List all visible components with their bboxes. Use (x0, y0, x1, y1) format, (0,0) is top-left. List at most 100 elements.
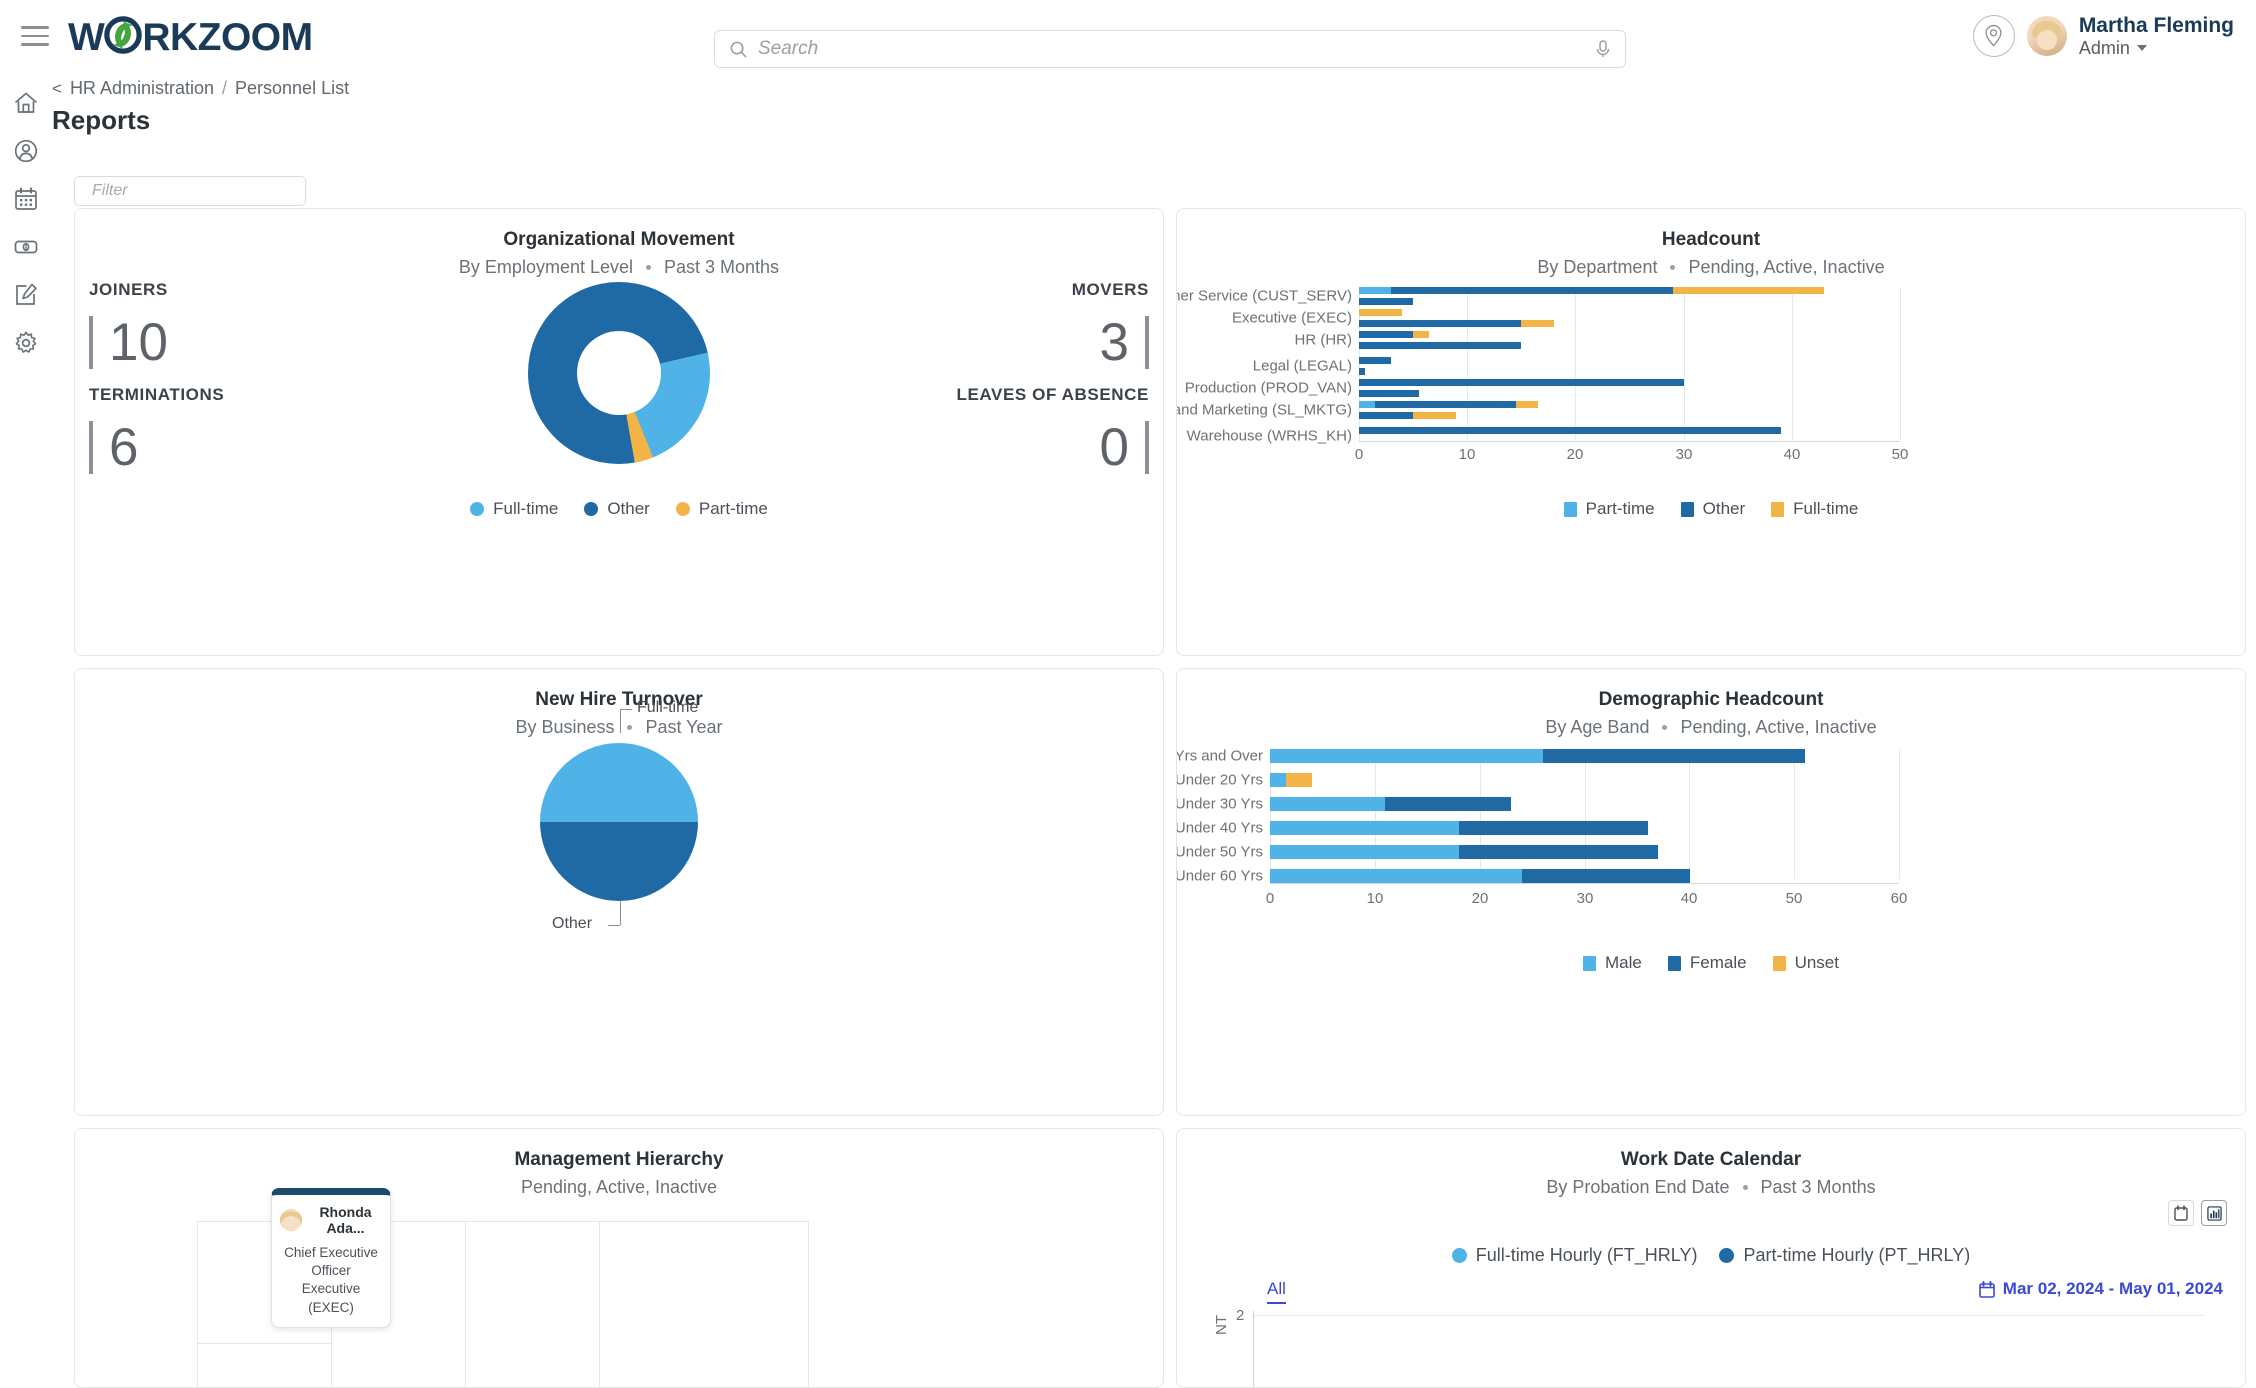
logo-aperture-icon (104, 12, 143, 54)
avatar[interactable] (2026, 15, 2067, 56)
bar-segment-other (1359, 412, 1413, 419)
card-headcount: Headcount By Department Pending, Active,… (1176, 208, 2246, 656)
x-axis-tick: 30 (1675, 446, 1693, 463)
headcount-bar-chart[interactable]: Customer Service (CUST_SERV) Executive (… (1177, 287, 1901, 359)
x-axis-tick: 10 (1458, 446, 1476, 463)
x-axis-tick: 40 (1783, 446, 1801, 463)
x-axis-tick: 20 (1471, 890, 1489, 907)
reports-grid: Organizational Movement By Employment Le… (74, 208, 2246, 1388)
card-subtitle-right: Past Year (645, 717, 723, 737)
breadcrumb-back-icon[interactable]: < (52, 79, 62, 99)
search-bar[interactable] (714, 30, 1626, 68)
x-axis-tick: 0 (1265, 890, 1275, 907)
filter-input[interactable] (84, 182, 300, 200)
location-pin-icon[interactable] (1972, 14, 2015, 57)
legend-item-male[interactable]: Male (1583, 953, 1642, 973)
bar-segment-male (1270, 797, 1385, 811)
date-range-picker[interactable]: Mar 02, 2024 - May 01, 2024 (1978, 1279, 2223, 1299)
legend-color-swatch (1680, 501, 1694, 517)
bar-segment-other (1391, 287, 1673, 294)
pie-label-other: Other (552, 915, 593, 932)
bar-segment-other (1359, 320, 1521, 327)
sidebar-item-settings[interactable] (11, 328, 41, 358)
sidebar-item-payroll[interactable] (11, 232, 41, 262)
bar-chart-view-icon[interactable] (2201, 1200, 2227, 1226)
bar-segment-other (1359, 379, 1684, 386)
pie-slices (540, 743, 698, 901)
x-axis-tick: 40 (1680, 890, 1698, 907)
legend-label: Female (1689, 953, 1747, 972)
node-header: Rhonda Ada... (280, 1204, 382, 1236)
bar-category-label: Under 30 Yrs (1176, 795, 1263, 813)
legend-label: Full-time (1793, 499, 1859, 518)
legend-color-swatch (1771, 501, 1785, 517)
sidebar-item-home[interactable] (11, 88, 41, 118)
sidebar (0, 72, 52, 1366)
x-axis-tick: 10 (1366, 890, 1384, 907)
legend-item-full-time[interactable]: Full-time (470, 499, 558, 519)
card-subtitle: Pending, Active, Inactive (75, 1177, 1163, 1198)
legend-item-female[interactable]: Female (1667, 953, 1747, 973)
card-organizational-movement: Organizational Movement By Employment Le… (74, 208, 1164, 656)
headcount-bar-chart-lower[interactable]: Legal (LEGAL) Production (PROD_VAN) Sale… (1177, 357, 1901, 427)
legend-label: Part-time (1585, 499, 1655, 518)
headcount-bar-chart-warehouse[interactable]: Warehouse (WRHS_KH) 0 10 20 30 40 50 (1187, 427, 1908, 463)
sidebar-item-profile[interactable] (11, 136, 41, 166)
x-axis-tick: 60 (1890, 890, 1908, 907)
card-title: Demographic Headcount (1598, 689, 1824, 710)
legend-item-full-time[interactable]: Full-time (1771, 499, 1858, 519)
bar-category-label: Executive (EXEC) (1231, 309, 1352, 327)
y-axis-tick: 2 (1236, 1307, 1245, 1324)
bar-category-label: Warehouse (WRHS_KH) (1186, 427, 1352, 445)
bar-category-label: HR (HR) (1294, 331, 1353, 349)
organizational-movement-donut[interactable] (75, 282, 1163, 464)
sidebar-item-forms[interactable] (11, 280, 41, 310)
breadcrumb-current-link[interactable]: Personnel List (235, 78, 349, 99)
card-subtitle-left: By Department (1537, 257, 1658, 277)
card-subtitle: By Employment Level Past 3 Months (75, 257, 1163, 278)
x-axis-tick: 20 (1566, 446, 1584, 463)
breadcrumb-root-link[interactable]: HR Administration (70, 78, 214, 99)
card-title: Organizational Movement (503, 229, 735, 250)
view-toggle-group[interactable] (2168, 1200, 2227, 1226)
card-new-hire-turnover: New Hire Turnover By Business Past Year … (74, 668, 1164, 1116)
legend-item-other[interactable]: Other (1680, 499, 1745, 519)
calendar-icon (1978, 1280, 1995, 1298)
node-job-title-line1: Chief Executive (284, 1245, 378, 1260)
bar-segment-other (1359, 342, 1521, 349)
tab-all[interactable]: All (1267, 1279, 1286, 1304)
node-employee-name: Rhonda Ada... (319, 1204, 372, 1236)
workzoom-logo[interactable]: W RKZOOM (68, 12, 313, 60)
bar-segment-full-time (1359, 309, 1402, 316)
filter-box[interactable] (74, 176, 306, 206)
demographic-headcount-bar-chart[interactable]: 60 Yrs and Over Under 20 Yrs Under 30 Yr… (1177, 748, 1907, 908)
search-input[interactable] (748, 38, 1595, 60)
bullet-separator-icon (646, 265, 651, 270)
hamburger-icon[interactable] (18, 19, 52, 53)
calendar-view-icon[interactable] (2168, 1200, 2194, 1226)
legend-item-full-time-hourly[interactable]: Full-time Hourly (FT_HRLY) (1451, 1245, 1697, 1266)
y-axis-label: NT (1213, 1315, 1230, 1335)
x-axis-tick: 0 (1354, 446, 1364, 463)
legend-item-part-time[interactable]: Part-time (1563, 499, 1655, 519)
node-job-title: Chief Executive Officer Executive (EXEC) (280, 1244, 382, 1317)
bar-segment-male (1270, 869, 1522, 883)
user-role[interactable]: Admin (2079, 38, 2234, 59)
hierarchy-node[interactable]: Rhonda Ada... Chief Executive Officer Ex… (271, 1188, 391, 1328)
microphone-icon[interactable] (1595, 39, 1611, 59)
user-area[interactable]: Martha Fleming Admin (1972, 14, 2234, 59)
card-subtitle: By Department Pending, Active, Inactive (1177, 257, 2245, 278)
x-axis-tick: 50 (1785, 890, 1803, 907)
legend-label: Part-time (698, 499, 768, 518)
sidebar-item-calendar[interactable] (11, 184, 41, 214)
legend-label: Part-time Hourly (PT_HRLY) (1743, 1245, 1971, 1265)
bar-segment-full-time (1673, 287, 1824, 294)
legend-item-unset[interactable]: Unset (1772, 953, 1839, 973)
legend-item-part-time-hourly[interactable]: Part-time Hourly (PT_HRLY) (1719, 1245, 1970, 1266)
card-title: Work Date Calendar (1620, 1149, 1802, 1170)
legend-item-other[interactable]: Other (584, 499, 650, 519)
new-hire-turnover-pie[interactable] (75, 743, 1163, 901)
card-subtitle-left: By Age Band (1545, 717, 1650, 737)
legend-item-part-time[interactable]: Part-time (675, 499, 768, 519)
bar-category-label: Under 40 Yrs (1176, 819, 1263, 837)
